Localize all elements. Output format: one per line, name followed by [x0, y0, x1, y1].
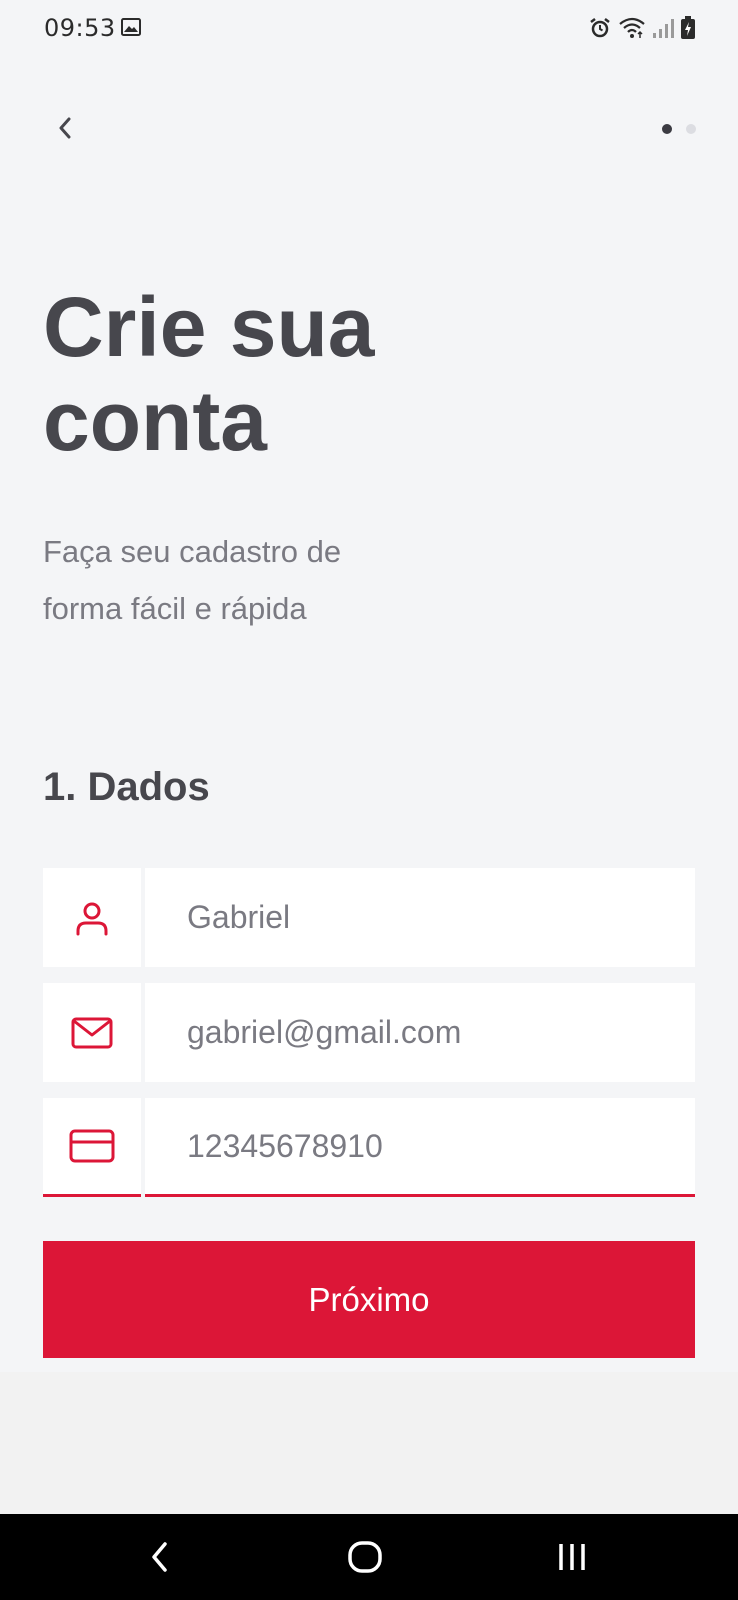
- bottom-area: [0, 1372, 738, 1514]
- email-input-box: [145, 983, 695, 1082]
- signal-icon: [652, 17, 674, 44]
- document-input[interactable]: [145, 1126, 695, 1166]
- alarm-icon: [588, 16, 612, 45]
- image-icon: [121, 18, 141, 41]
- chevron-left-icon: [59, 117, 71, 139]
- back-icon: [152, 1542, 167, 1572]
- step-dot-active: [662, 124, 672, 134]
- page-title: Crie sua conta: [43, 280, 375, 468]
- credit-card-icon: [69, 1129, 115, 1163]
- status-time: 09:53: [44, 14, 116, 42]
- page-subtitle: Faça seu cadastro de forma fácil e rápid…: [43, 534, 342, 626]
- status-bar: 09:53: [0, 0, 738, 60]
- mail-icon: [71, 1017, 113, 1048]
- name-field-icon-box: [43, 868, 141, 967]
- section-title: 1. Dados: [43, 765, 210, 809]
- home-icon: [348, 1541, 382, 1573]
- recents-icon: [559, 1544, 585, 1570]
- email-input[interactable]: [145, 1013, 695, 1052]
- step-indicator: [662, 124, 696, 134]
- document-input-box: [145, 1098, 695, 1197]
- status-icons: [588, 16, 696, 45]
- system-nav-bar: [0, 1514, 738, 1600]
- battery-icon: [680, 16, 696, 45]
- email-field-icon-box: [43, 983, 141, 1082]
- user-icon: [76, 902, 108, 935]
- name-input-box: [145, 868, 695, 967]
- wifi-icon: [618, 16, 646, 45]
- next-button[interactable]: Próximo: [43, 1241, 695, 1358]
- name-input[interactable]: [145, 898, 695, 937]
- system-back-button[interactable]: [130, 1514, 190, 1600]
- name-field: [43, 868, 695, 967]
- system-recents-button[interactable]: [542, 1514, 602, 1600]
- step-dot-inactive: [686, 124, 696, 134]
- email-field: [43, 983, 695, 1082]
- document-field-icon-box: [43, 1098, 141, 1197]
- system-home-button[interactable]: [335, 1514, 395, 1600]
- document-field: [43, 1098, 695, 1197]
- back-button[interactable]: [52, 114, 80, 142]
